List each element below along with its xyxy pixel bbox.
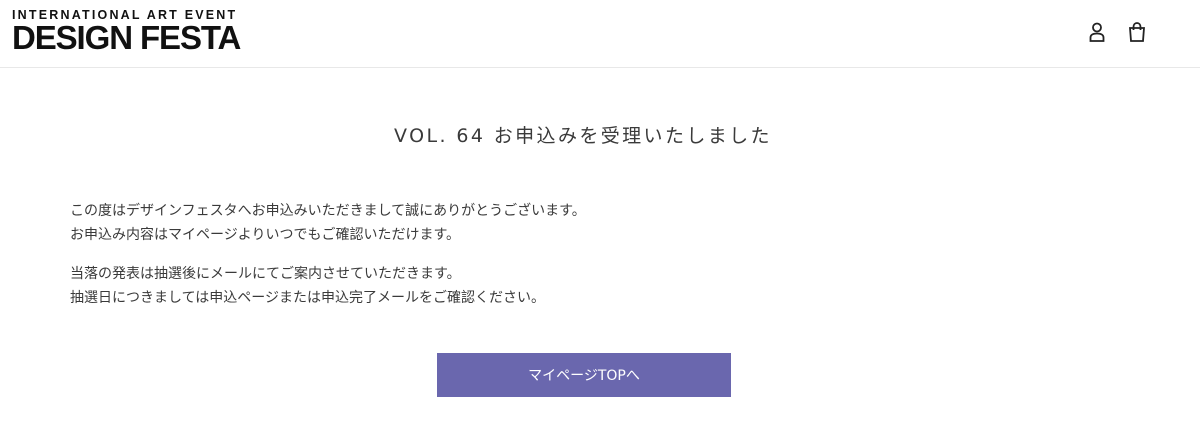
message-line: この度はデザインフェスタへお申込みいただきまして誠にありがとうございます。 [70, 203, 586, 219]
account-icon[interactable] [1086, 20, 1108, 44]
message-line: 当落の発表は抽選後にメールにてご案内させていただきます。 [70, 266, 461, 282]
confirmation-message: この度はデザインフェスタへお申込みいただきまして誠にありがとうございます。 お申… [70, 199, 1130, 310]
logo-title: DESIGN FESTA [12, 19, 241, 56]
message-line: 抽選日につきましては申込ページまたは申込完了メールをご確認ください。 [70, 290, 546, 306]
site-header: INTERNATIONAL ART EVENT DESIGN FESTA [0, 0, 1200, 68]
message-line: お申込み内容はマイページよりいつでもご確認いただけます。 [70, 227, 461, 243]
message-paragraph: この度はデザインフェスタへお申込みいただきまして誠にありがとうございます。 お申… [70, 199, 1130, 247]
message-paragraph: 当落の発表は抽選後にメールにてご案内させていただきます。 抽選日につきましては申… [70, 262, 1130, 310]
page-title: VOL. 64 お申込みを受理いたしました [394, 125, 772, 147]
header-icons [1086, 20, 1148, 44]
cart-icon[interactable] [1126, 20, 1148, 44]
site-logo[interactable]: INTERNATIONAL ART EVENT DESIGN FESTA [12, 8, 258, 54]
mypage-top-button[interactable]: マイページTOPへ [437, 353, 731, 397]
